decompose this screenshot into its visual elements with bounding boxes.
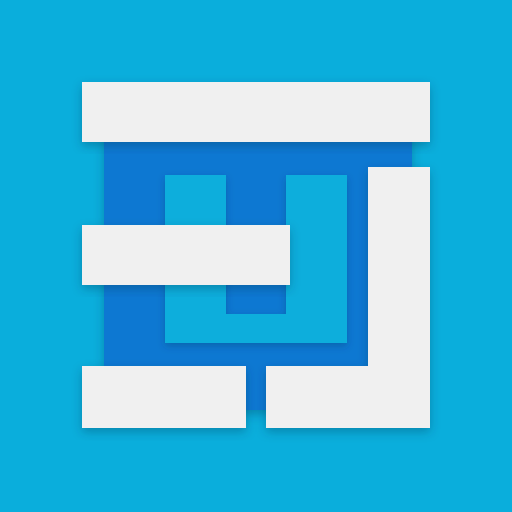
- app-icon-canvas: [0, 0, 512, 512]
- app-logo-icon: [82, 82, 430, 428]
- bottom-left-white-bar: [82, 366, 246, 428]
- top-white-bar: [82, 82, 430, 142]
- middle-white-bar: [82, 225, 290, 285]
